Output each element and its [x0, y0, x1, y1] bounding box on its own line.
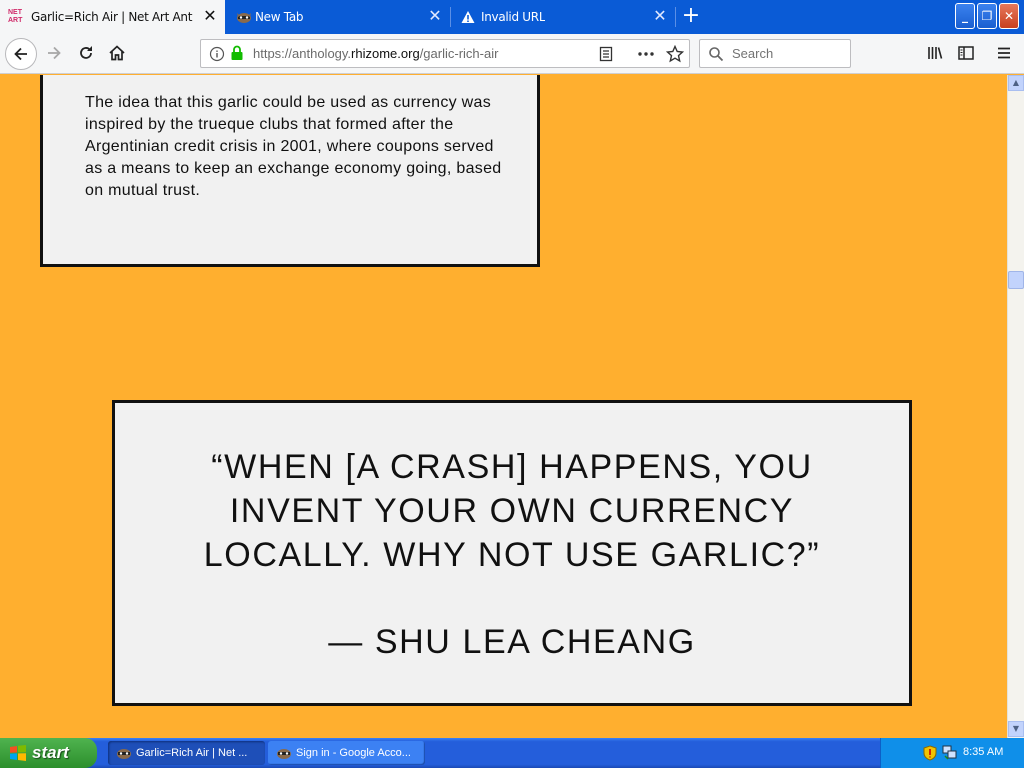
reload-button[interactable]	[72, 39, 100, 67]
tab-invalid-url[interactable]: Invalid URL ✕	[451, 0, 675, 34]
bookmark-star-icon[interactable]	[666, 45, 684, 63]
system-tray: 8:35 AM	[880, 738, 1024, 768]
vertical-scrollbar[interactable]: ▲ ▼	[1007, 75, 1024, 738]
new-tab-button[interactable]: +	[680, 5, 702, 28]
tab-strip: NETART Garlic=Rich Air | Net Art Antholo…	[0, 0, 1024, 34]
tab-label: Garlic=Rich Air | Net Art Antholog	[31, 10, 193, 24]
raccoon-icon	[117, 749, 131, 759]
start-label: start	[32, 743, 69, 762]
start-button[interactable]: start	[0, 738, 97, 768]
minimize-button[interactable]: _	[955, 3, 975, 29]
navigation-toolbar: https://anthology.rhizome.org/garlic-ric…	[0, 34, 1024, 74]
windows-logo-icon	[10, 745, 26, 761]
page-actions-icon[interactable]	[637, 46, 655, 62]
scroll-up-button[interactable]: ▲	[1008, 75, 1024, 91]
taskbar-item-firefox[interactable]: Garlic=Rich Air | Net ...	[108, 741, 265, 765]
scroll-thumb[interactable]	[1008, 271, 1024, 289]
card-paragraph: The idea that this garlic could be used …	[85, 94, 502, 199]
tab-label: Invalid URL	[481, 10, 546, 24]
taskbar: start Garlic=Rich Air | Net ... Sign in …	[0, 738, 1024, 768]
library-button[interactable]	[921, 39, 949, 67]
url-path: /garlic-rich-air	[419, 46, 499, 61]
menu-button[interactable]	[990, 39, 1018, 67]
reader-view-icon[interactable]	[598, 46, 614, 62]
tab-label: New Tab	[255, 10, 304, 24]
security-shield-icon[interactable]	[923, 745, 937, 761]
sidebar-button[interactable]	[952, 39, 980, 67]
back-arrow-icon	[14, 47, 27, 61]
restore-icon: ❐	[981, 9, 993, 23]
hamburger-menu-icon	[998, 47, 1010, 59]
tab-new-tab[interactable]: New Tab ✕	[226, 0, 450, 34]
close-tab-icon[interactable]: ✕	[653, 8, 667, 24]
tab-garlic-rich-air[interactable]: NETART Garlic=Rich Air | Net Art Antholo…	[0, 0, 225, 34]
back-button[interactable]	[5, 38, 37, 70]
quote-text: “WHEN [A CRASH] HAPPENS, YOU INVENT YOUR…	[203, 448, 821, 574]
tab-divider	[675, 7, 676, 27]
search-placeholder: Search	[732, 46, 774, 61]
close-tab-icon[interactable]: ✕	[203, 8, 217, 24]
home-icon	[109, 45, 125, 61]
address-bar[interactable]: https://anthology.rhizome.org/garlic-ric…	[200, 39, 690, 68]
search-icon	[709, 47, 724, 62]
clock: 8:35 AM	[963, 746, 1004, 758]
info-icon[interactable]	[209, 46, 225, 62]
lock-icon[interactable]	[230, 45, 244, 61]
warning-icon	[461, 11, 475, 23]
search-input[interactable]: Search	[699, 39, 851, 68]
url-text: https://anthology.rhizome.org/garlic-ric…	[253, 46, 498, 61]
raccoon-icon	[277, 749, 291, 759]
reload-icon	[80, 46, 92, 59]
forward-button[interactable]	[40, 39, 68, 67]
sidebar-icon	[958, 46, 974, 60]
scroll-down-button[interactable]: ▼	[1008, 721, 1024, 737]
netart-icon: NET ART	[8, 9, 23, 24]
restore-button[interactable]: ❐	[977, 3, 997, 29]
close-tab-icon[interactable]: ✕	[428, 8, 442, 24]
url-host: rhizome.org	[351, 46, 420, 61]
quote-card: “WHEN [A CRASH] HAPPENS, YOU INVENT YOUR…	[112, 400, 912, 706]
forward-arrow-icon	[48, 46, 61, 60]
minimize-icon: _	[962, 9, 968, 23]
raccoon-icon	[237, 13, 251, 23]
library-icon	[928, 47, 943, 59]
info-card: The idea that this garlic could be used …	[40, 75, 540, 267]
page-content: The idea that this garlic could be used …	[0, 75, 1007, 738]
quote-author: — SHU LEA CHEANG	[328, 623, 696, 661]
taskbar-item-label: Garlic=Rich Air | Net ...	[136, 747, 248, 759]
taskbar-item-google-signin[interactable]: Sign in - Google Acco...	[268, 741, 425, 765]
taskbar-item-label: Sign in - Google Acco...	[296, 747, 411, 759]
url-prefix: https://anthology.	[253, 46, 352, 61]
close-icon: ✕	[1003, 9, 1015, 23]
network-icon[interactable]	[942, 744, 958, 760]
home-button[interactable]	[103, 39, 131, 67]
close-window-button[interactable]: ✕	[999, 3, 1019, 29]
